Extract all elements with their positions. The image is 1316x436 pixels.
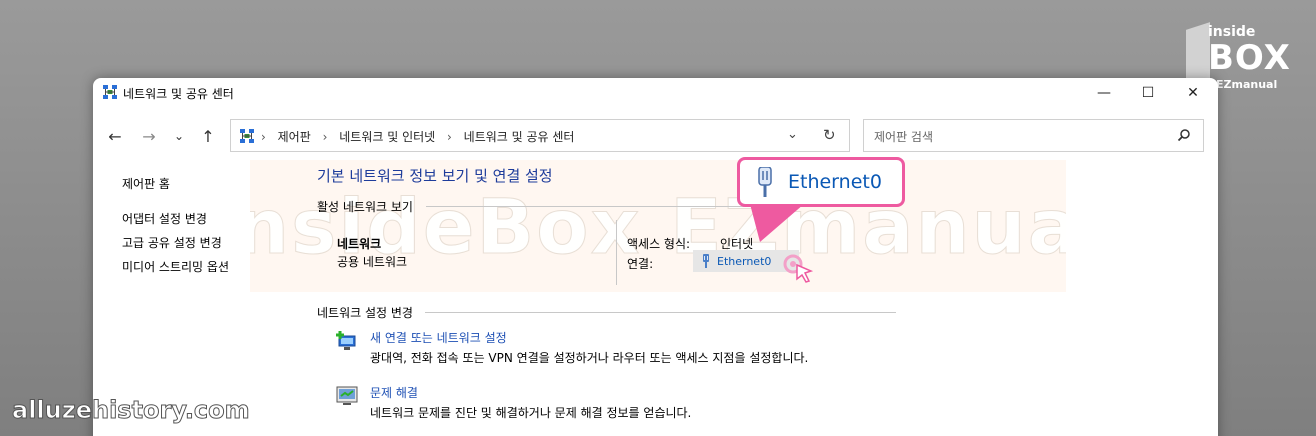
address-bar[interactable]: › 제어판 › 네트워크 및 인터넷 › 네트워크 및 공유 센터 ⌄ ↻	[230, 119, 850, 152]
site-watermark: alluzehistory.com	[12, 396, 251, 425]
new-connection-link[interactable]: 새 연결 또는 네트워크 설정	[370, 329, 507, 346]
network-name: 네트워크	[337, 237, 382, 251]
network-center-icon	[103, 85, 117, 99]
network-type-link[interactable]: 공용 네트워크	[337, 253, 407, 270]
back-button[interactable]: ←	[103, 124, 127, 148]
breadcrumb: › 제어판 › 네트워크 및 인터넷 › 네트워크 및 공유 센터	[261, 128, 582, 145]
control-panel-window: 네트워크 및 공유 센터 — ☐ ✕ ← → ⌄ ↑ › 제어판 › 네트워크 …	[93, 78, 1218, 436]
breadcrumb-item-network-sharing-center[interactable]: 네트워크 및 공유 센터	[464, 130, 575, 144]
breadcrumb-separator: ›	[447, 130, 452, 144]
search-icon[interactable]	[1177, 128, 1191, 142]
maximize-button[interactable]: ☐	[1125, 78, 1171, 108]
troubleshoot-description: 네트워크 문제를 진단 및 해결하거나 문제 해결 정보를 얻습니다.	[370, 406, 692, 420]
column-divider	[616, 220, 617, 285]
callout-pointer	[750, 204, 804, 242]
page-title: 기본 네트워크 정보 보기 및 연결 설정	[317, 167, 553, 185]
forward-button[interactable]: →	[137, 124, 161, 148]
active-networks-heading: 활성 네트워크 보기	[317, 200, 413, 214]
sidebar-item-advanced-sharing[interactable]: 고급 공유 설정 변경	[122, 234, 222, 251]
navigation-bar: ← → ⌄ ↑ › 제어판 › 네트워크 및 인터넷 › 네트워크 및 공유 센…	[93, 118, 1218, 154]
title-bar[interactable]: 네트워크 및 공유 센터 — ☐ ✕	[93, 78, 1218, 108]
refresh-button[interactable]: ↻	[823, 126, 836, 144]
breadcrumb-separator: ›	[322, 130, 328, 144]
search-placeholder: 제어판 검색	[874, 130, 934, 144]
callout-label: Ethernet0	[788, 171, 882, 193]
network-settings-heading: 네트워크 설정 변경	[317, 306, 413, 320]
breadcrumb-item-network-internet[interactable]: 네트워크 및 인터넷	[339, 130, 435, 144]
recent-locations-button[interactable]: ⌄	[167, 124, 191, 148]
address-dropdown-button[interactable]: ⌄	[787, 127, 798, 142]
sidebar-item-adapter-settings[interactable]: 어댑터 설정 변경	[122, 210, 207, 227]
minimize-button[interactable]: —	[1081, 78, 1127, 108]
new-connection-icon	[336, 331, 356, 350]
callout-annotation: Ethernet0	[737, 157, 905, 207]
troubleshoot-icon	[336, 386, 358, 405]
new-connection-description: 광대역, 전화 접속 또는 VPN 연결을 설정하거나 라우터 또는 액세스 지…	[370, 351, 809, 365]
section-divider	[425, 312, 896, 313]
sidebar-item-media-streaming[interactable]: 미디어 스트리밍 옵션	[122, 258, 229, 275]
network-center-icon	[240, 129, 254, 143]
search-box[interactable]: 제어판 검색	[863, 119, 1204, 152]
troubleshoot-link[interactable]: 문제 해결	[370, 384, 418, 401]
mouse-pointer-icon	[783, 254, 814, 283]
breadcrumb-separator: ›	[261, 130, 266, 144]
window-title: 네트워크 및 공유 센터	[123, 87, 234, 101]
close-button[interactable]: ✕	[1170, 78, 1216, 108]
ethernet-plug-icon	[758, 167, 772, 197]
connection-label: 연결:	[627, 257, 654, 271]
sidebar-item-control-panel-home[interactable]: 제어판 홈	[122, 175, 170, 192]
ethernet-plug-icon	[703, 254, 709, 268]
breadcrumb-item-control-panel[interactable]: 제어판	[278, 130, 311, 144]
ethernet-connection-label: Ethernet0	[717, 254, 772, 268]
up-button[interactable]: ↑	[196, 124, 220, 148]
access-type-label: 액세스 형식:	[627, 237, 691, 251]
